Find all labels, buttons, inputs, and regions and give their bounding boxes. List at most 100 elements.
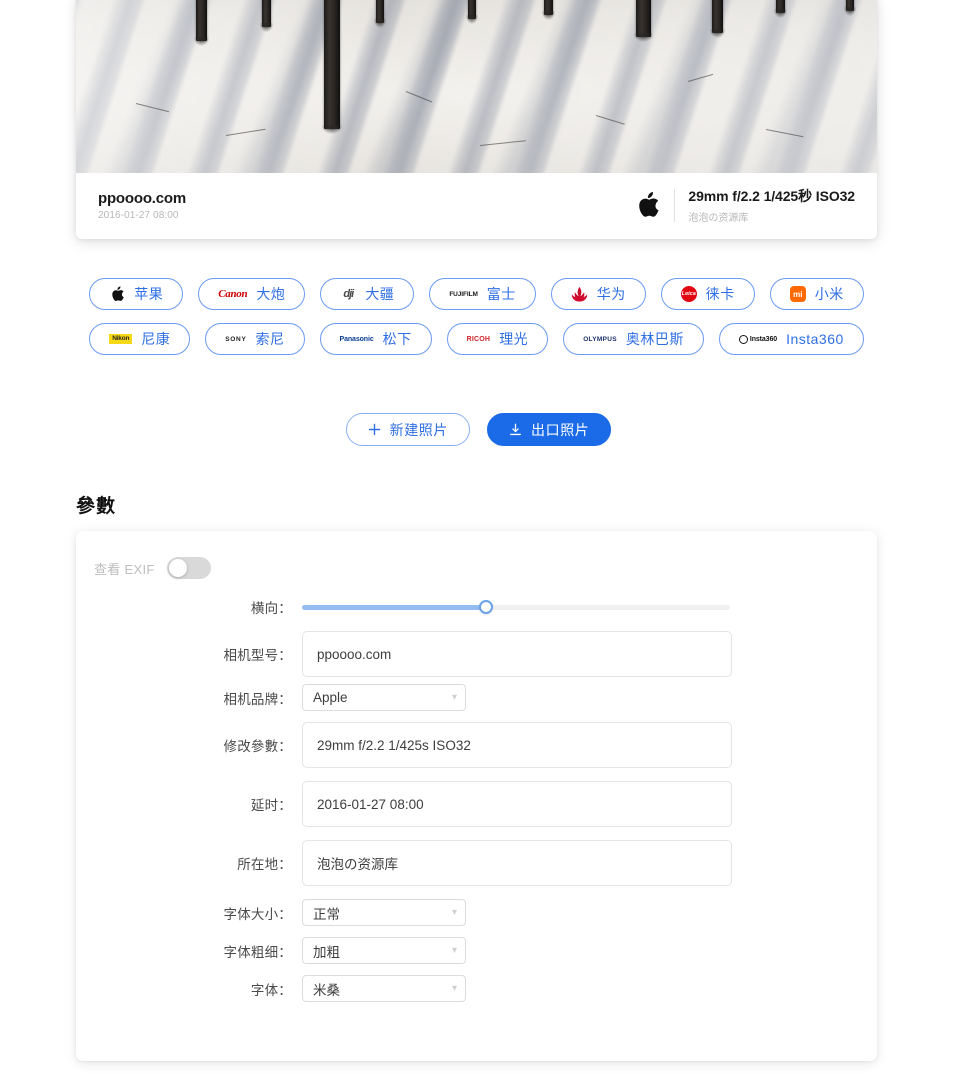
chevron-down-icon: ▾ — [451, 982, 457, 994]
slider-handle[interactable] — [479, 600, 494, 614]
tree-trunk — [374, 0, 386, 28]
export-photo-label: 出口照片 — [531, 421, 590, 438]
font-family-value: 米桑 — [313, 982, 340, 998]
camera-brand-value: Apple — [313, 690, 348, 705]
font-family-select[interactable]: 米桑 ▾ — [302, 975, 466, 1002]
chevron-down-icon: ▾ — [451, 691, 457, 703]
tree-trunk — [710, 0, 725, 38]
brand-label: Insta360 — [786, 331, 844, 347]
brand-chip-leica[interactable]: Leica 徕卡 — [660, 278, 755, 310]
ricoh-logo-icon: RICOH — [466, 335, 491, 343]
brand-chip-sony[interactable]: SONY 索尼 — [205, 323, 305, 355]
slider-fill — [302, 604, 487, 610]
orientation-slider-row: 横向： — [76, 597, 877, 617]
brand-chip-dji[interactable]: dji 大疆 — [320, 278, 415, 310]
brand-label: 华为 — [596, 286, 626, 302]
field-row-location: 所在地： — [76, 840, 877, 886]
dji-logo-icon: dji — [343, 288, 354, 300]
field-label: 相机型号： — [223, 648, 292, 663]
exif-toggle-knob — [168, 559, 187, 577]
field-row-font-size: 字体大小： 正常 ▾ — [76, 899, 877, 926]
photo-title: ppoooo.com — [98, 189, 186, 207]
brand-chip-olympus[interactable]: OLYMPUS 奥林巴斯 — [563, 323, 704, 355]
photo-meta-left: ppoooo.com 2016-01-27 08:00 — [98, 190, 186, 221]
photo-preview-card: ppoooo.com 2016-01-27 08:00 29mm f/2.2 1… — [76, 0, 877, 239]
field-row-font-family: 字体： 米桑 ▾ — [76, 975, 877, 1002]
brand-chip-apple[interactable]: 苹果 — [89, 278, 184, 310]
tree-trunk — [634, 0, 653, 42]
download-icon — [509, 423, 522, 436]
location-input[interactable] — [302, 840, 732, 886]
brand-chip-huawei[interactable]: 华为 — [550, 278, 646, 310]
brand-chip-panasonic[interactable]: Panasonic 松下 — [319, 323, 432, 355]
photo-image — [76, 0, 877, 173]
brand-label: 松下 — [382, 331, 412, 347]
orientation-slider-label: 横向： — [250, 601, 292, 616]
tree-trunk — [260, 0, 273, 32]
nikon-logo-icon: Nikon — [109, 330, 133, 348]
brand-selector-list: 苹果 Canon 大炮 dji 大疆 FUJIFILM 富士 华为 Leica — [76, 278, 877, 355]
brand-chip-insta360[interactable]: Insta360 Insta360 — [718, 323, 864, 355]
field-row-modify-params: 修改參數： — [76, 722, 877, 768]
fujifilm-logo-icon: FUJIFILM — [449, 290, 478, 298]
font-size-value: 正常 — [313, 906, 340, 922]
field-label: 相机品牌： — [223, 691, 292, 707]
brand-label: 苹果 — [134, 286, 164, 302]
field-label: 修改參數： — [223, 739, 292, 754]
brand-label: 尼康 — [141, 331, 171, 347]
panasonic-logo-icon: Panasonic — [339, 335, 374, 343]
modify-params-input[interactable] — [302, 722, 732, 768]
huawei-logo-icon — [571, 285, 588, 303]
apple-logo-icon — [109, 285, 125, 303]
photo-exif-text: 29mm f/2.2 1/425秒 ISO32 泡泡の资源库 — [688, 186, 855, 224]
photo-meta-right: 29mm f/2.2 1/425秒 ISO32 泡泡の资源库 — [635, 186, 855, 224]
xiaomi-mark: mi — [789, 286, 806, 302]
olympus-logo-icon: OLYMPUS — [583, 335, 617, 343]
camera-brand-select[interactable]: Apple ▾ — [302, 684, 466, 711]
tree-trunk — [194, 0, 209, 46]
tree-trunk — [774, 0, 787, 18]
font-size-select[interactable]: 正常 ▾ — [302, 899, 466, 926]
parameters-panel: 查看 EXIF 横向： 相机型号： 相机品牌： Apple ▾ — [76, 531, 877, 1061]
field-label: 所在地： — [237, 857, 292, 872]
font-weight-value: 加粗 — [313, 944, 340, 960]
tree-trunk — [466, 0, 478, 24]
brand-label: 大炮 — [256, 286, 286, 302]
brand-chip-ricoh[interactable]: RICOH 理光 — [446, 323, 549, 355]
field-label: 延时： — [250, 798, 292, 813]
xiaomi-logo-icon: mi — [789, 285, 806, 303]
chevron-down-icon: ▾ — [451, 944, 457, 956]
photo-datetime: 2016-01-27 08:00 — [98, 209, 179, 221]
camera-model-input[interactable] — [302, 631, 732, 677]
photo-exif-params: 29mm f/2.2 1/425秒 ISO32 — [688, 188, 855, 204]
brand-label: 索尼 — [255, 331, 285, 347]
font-weight-select[interactable]: 加粗 ▾ — [302, 937, 466, 964]
export-photo-button[interactable]: 出口照片 — [487, 413, 612, 446]
brand-chip-xiaomi[interactable]: mi 小米 — [769, 278, 864, 310]
plus-icon — [368, 423, 381, 436]
brand-label: 大疆 — [365, 286, 395, 302]
brand-chip-fujifilm[interactable]: FUJIFILM 富士 — [429, 278, 536, 310]
leica-logo-icon: Leica — [680, 285, 697, 303]
field-label: 字体： — [250, 982, 292, 998]
tree-trunk — [542, 0, 555, 20]
field-label: 字体粗细： — [223, 944, 292, 960]
field-label: 字体大小： — [223, 906, 292, 922]
brand-label: 小米 — [814, 286, 844, 302]
brand-chip-canon[interactable]: Canon 大炮 — [198, 278, 306, 310]
sony-logo-icon: SONY — [225, 335, 247, 343]
new-photo-button[interactable]: 新建照片 — [345, 413, 470, 446]
action-button-row: 新建照片 出口照片 — [0, 413, 957, 446]
exif-toggle-row: 查看 EXIF — [76, 555, 877, 581]
delay-input[interactable] — [302, 781, 732, 827]
insta360-mark-text: Insta360 — [749, 335, 778, 343]
new-photo-label: 新建照片 — [389, 421, 448, 438]
canon-logo-icon: Canon — [218, 288, 248, 300]
exif-toggle-switch[interactable] — [166, 557, 211, 579]
field-row-camera-model: 相机型号： — [76, 631, 877, 677]
exif-toggle-label: 查看 EXIF — [94, 561, 155, 577]
brand-chip-nikon[interactable]: Nikon 尼康 — [89, 323, 191, 355]
app-page: ppoooo.com 2016-01-27 08:00 29mm f/2.2 1… — [0, 0, 957, 1074]
orientation-slider[interactable] — [302, 598, 730, 616]
brand-label: 理光 — [499, 331, 529, 347]
